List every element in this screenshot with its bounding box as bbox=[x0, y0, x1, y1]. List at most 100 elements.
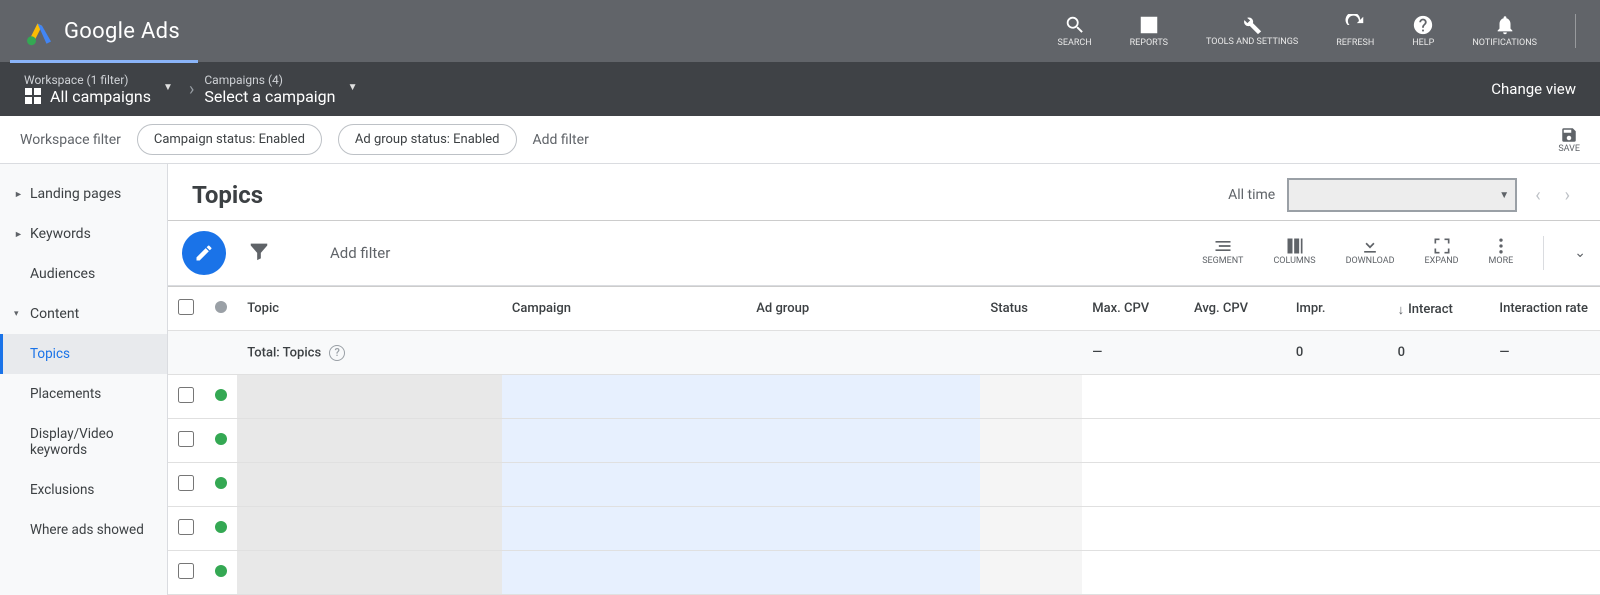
cell-avgcpv bbox=[1184, 419, 1286, 463]
page-header: Topics All time ▼ ‹ › bbox=[168, 164, 1600, 221]
cell-topic bbox=[237, 375, 502, 419]
table-row[interactable] bbox=[168, 551, 1600, 595]
bell-icon bbox=[1494, 14, 1516, 36]
col-topic[interactable]: Topic bbox=[237, 287, 502, 331]
change-view-button[interactable]: Change view bbox=[1491, 80, 1576, 98]
cell-avgcpv bbox=[1184, 507, 1286, 551]
nav-bar: Workspace (1 filter) All campaigns ▼ › C… bbox=[0, 62, 1600, 116]
left-sidebar: ►Landing pages ►Keywords Audiences ▾Cont… bbox=[0, 164, 168, 595]
search-button[interactable]: SEARCH bbox=[1057, 14, 1091, 48]
row-checkbox[interactable] bbox=[178, 475, 194, 491]
topics-table: Topic Campaign Ad group Status Max. CPV … bbox=[168, 286, 1600, 595]
expand-button[interactable]: EXPAND bbox=[1425, 236, 1459, 266]
col-avgcpv[interactable]: Avg. CPV bbox=[1184, 287, 1286, 331]
sidebar-sub-display-video-keywords[interactable]: Display/Video keywords bbox=[0, 414, 167, 470]
status-dot-icon bbox=[215, 301, 227, 313]
chevron-down-icon: ▼ bbox=[348, 82, 358, 93]
sidebar-sub-exclusions[interactable]: Exclusions bbox=[0, 470, 167, 510]
filter-chip-campaign-status[interactable]: Campaign status: Enabled bbox=[137, 124, 322, 155]
col-adgroup[interactable]: Ad group bbox=[746, 287, 980, 331]
cell-maxcpv bbox=[1082, 419, 1184, 463]
filter-button[interactable] bbox=[248, 240, 270, 266]
date-range-picker[interactable]: ▼ bbox=[1287, 178, 1517, 212]
cell-interact bbox=[1388, 463, 1490, 507]
cell-impr bbox=[1286, 507, 1388, 551]
cell-campaign bbox=[502, 375, 746, 419]
add-table-filter[interactable]: Add filter bbox=[330, 244, 390, 262]
cell-avgcpv bbox=[1184, 375, 1286, 419]
chevron-down-icon: ▼ bbox=[163, 82, 173, 93]
cell-maxcpv bbox=[1082, 375, 1184, 419]
caret-down-icon: ▾ bbox=[14, 309, 24, 319]
save-button[interactable]: SAVE bbox=[1558, 126, 1580, 154]
workspace-selector[interactable]: Workspace (1 filter) All campaigns ▼ bbox=[24, 62, 179, 116]
col-status[interactable]: Status bbox=[980, 287, 1082, 331]
sidebar-item-content[interactable]: ▾Content bbox=[0, 294, 167, 334]
table-row[interactable] bbox=[168, 419, 1600, 463]
row-checkbox[interactable] bbox=[178, 387, 194, 403]
refresh-button[interactable]: REFRESH bbox=[1336, 14, 1374, 48]
columns-button[interactable]: COLUMNS bbox=[1273, 236, 1315, 266]
cell-impr bbox=[1286, 419, 1388, 463]
top-actions: SEARCH REPORTS TOOLS AND SETTINGS REFRES… bbox=[1057, 14, 1576, 48]
caret-right-icon: ► bbox=[14, 189, 24, 200]
sidebar-sub-topics[interactable]: Topics bbox=[0, 334, 167, 374]
col-impr[interactable]: Impr. bbox=[1286, 287, 1388, 331]
table-row[interactable] bbox=[168, 463, 1600, 507]
col-maxcpv[interactable]: Max. CPV bbox=[1082, 287, 1184, 331]
col-interaction-rate[interactable]: Interaction rate bbox=[1489, 287, 1600, 331]
cell-interaction-rate bbox=[1489, 551, 1600, 595]
add-topic-button[interactable] bbox=[182, 231, 226, 275]
status-enabled-icon bbox=[215, 433, 227, 445]
sidebar-sub-placements[interactable]: Placements bbox=[0, 374, 167, 414]
download-button[interactable]: DOWNLOAD bbox=[1346, 236, 1395, 266]
cell-status bbox=[980, 463, 1082, 507]
refresh-icon bbox=[1344, 14, 1366, 36]
cell-adgroup bbox=[746, 507, 980, 551]
col-interact[interactable]: ↓Interact bbox=[1388, 287, 1490, 331]
sidebar-sub-where-ads-showed[interactable]: Where ads showed bbox=[0, 510, 167, 550]
table-row[interactable] bbox=[168, 375, 1600, 419]
tools-settings-button[interactable]: TOOLS AND SETTINGS bbox=[1206, 14, 1298, 48]
sidebar-item-landing-pages[interactable]: ►Landing pages bbox=[0, 174, 167, 214]
reports-button[interactable]: REPORTS bbox=[1130, 14, 1168, 48]
campaign-selector[interactable]: Campaigns (4) Select a campaign ▼ bbox=[204, 62, 363, 116]
cell-adgroup bbox=[746, 419, 980, 463]
cell-topic bbox=[237, 507, 502, 551]
row-checkbox[interactable] bbox=[178, 431, 194, 447]
notifications-button[interactable]: NOTIFICATIONS bbox=[1472, 14, 1537, 48]
cell-interaction-rate bbox=[1489, 375, 1600, 419]
help-icon[interactable]: ? bbox=[329, 345, 345, 361]
funnel-icon bbox=[248, 240, 270, 262]
select-all-checkbox[interactable] bbox=[168, 287, 205, 331]
cell-avgcpv bbox=[1184, 551, 1286, 595]
logo[interactable]: Google Ads bbox=[24, 16, 180, 46]
content-area: Topics All time ▼ ‹ › Add filter SEGMENT… bbox=[168, 164, 1600, 595]
row-checkbox[interactable] bbox=[178, 563, 194, 579]
cell-status bbox=[980, 375, 1082, 419]
cell-adgroup bbox=[746, 375, 980, 419]
columns-icon bbox=[1285, 236, 1305, 256]
sidebar-item-keywords[interactable]: ►Keywords bbox=[0, 214, 167, 254]
table-header-row: Topic Campaign Ad group Status Max. CPV … bbox=[168, 287, 1600, 331]
breadcrumb-separator: › bbox=[189, 79, 194, 100]
cell-topic bbox=[237, 551, 502, 595]
col-campaign[interactable]: Campaign bbox=[502, 287, 746, 331]
cell-interaction-rate bbox=[1489, 419, 1600, 463]
table-row[interactable] bbox=[168, 507, 1600, 551]
more-button[interactable]: MORE bbox=[1489, 236, 1514, 266]
cell-maxcpv bbox=[1082, 507, 1184, 551]
segment-button[interactable]: SEGMENT bbox=[1202, 236, 1243, 266]
prev-period-button[interactable]: ‹ bbox=[1529, 181, 1546, 210]
page-title: Topics bbox=[192, 181, 263, 209]
caret-right-icon: ► bbox=[14, 229, 24, 240]
row-checkbox[interactable] bbox=[178, 519, 194, 535]
help-button[interactable]: HELP bbox=[1412, 14, 1434, 48]
sidebar-item-audiences[interactable]: Audiences bbox=[0, 254, 167, 294]
cell-maxcpv bbox=[1082, 463, 1184, 507]
add-workspace-filter[interactable]: Add filter bbox=[533, 132, 589, 148]
next-period-button[interactable]: › bbox=[1559, 181, 1576, 210]
collapse-toggle[interactable]: ⌄ bbox=[1574, 245, 1586, 261]
filter-chip-adgroup-status[interactable]: Ad group status: Enabled bbox=[338, 124, 517, 155]
divider bbox=[1575, 14, 1576, 48]
